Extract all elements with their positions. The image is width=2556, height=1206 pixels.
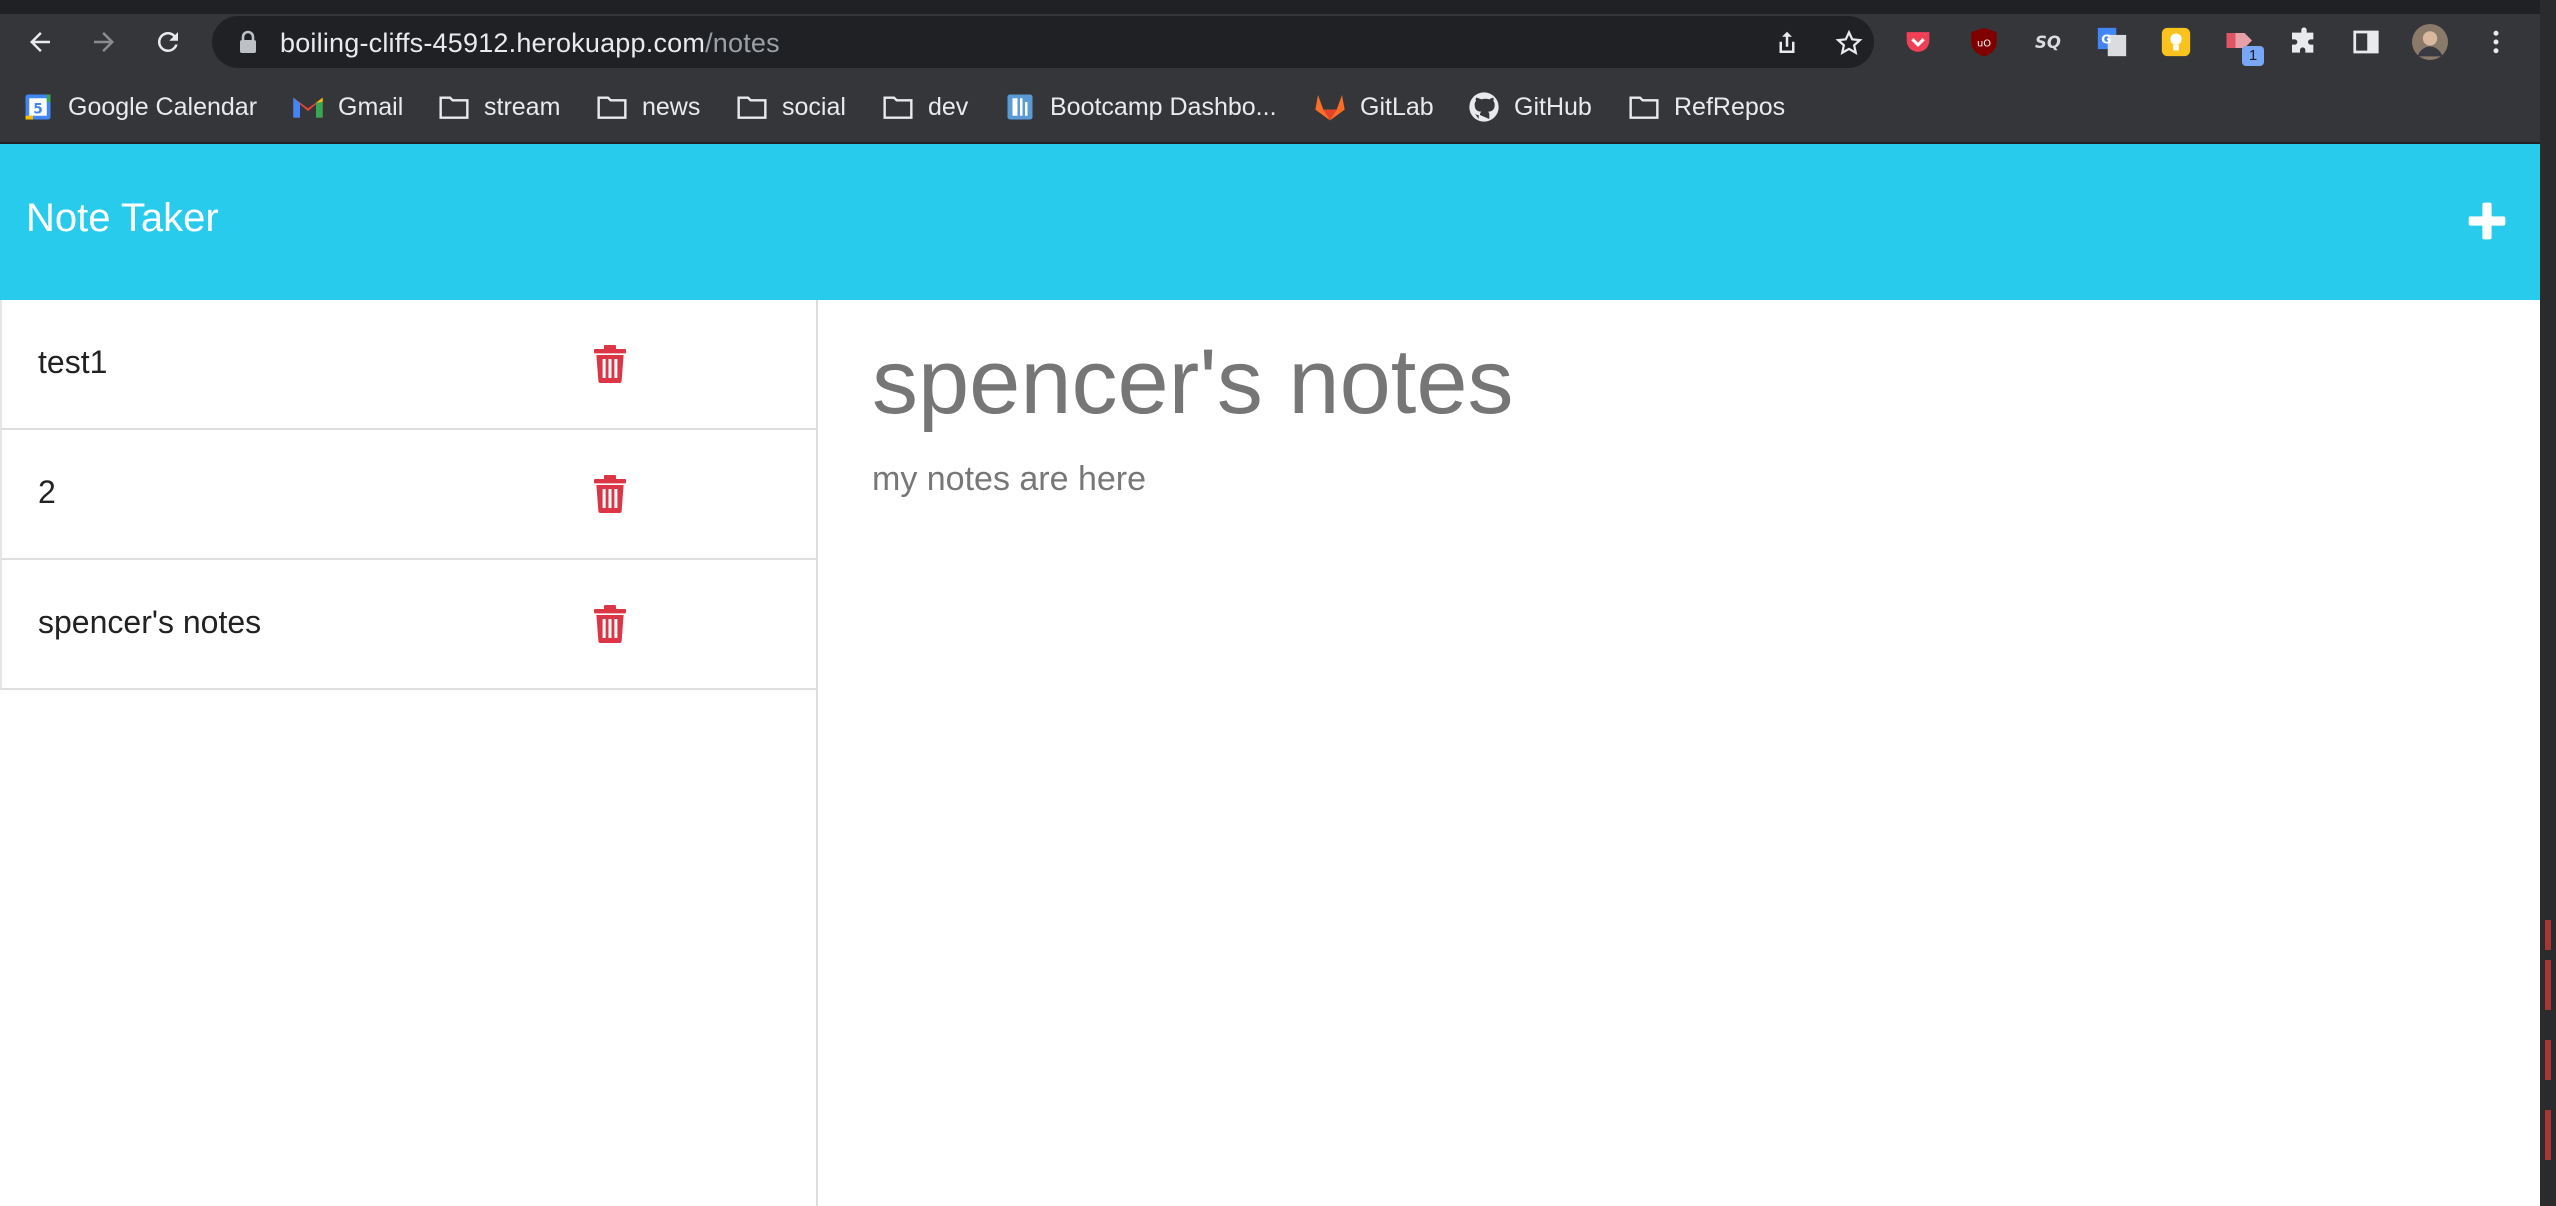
bookmark-github[interactable]: GitHub: [1468, 84, 1592, 130]
bookmark-label: Gmail: [338, 92, 404, 121]
speed-extension-icon[interactable]: SQ: [2030, 24, 2066, 60]
folder-icon: [736, 91, 768, 123]
lock-icon: [240, 30, 256, 53]
bookmark-gmail[interactable]: Gmail: [292, 84, 403, 130]
new-note-button[interactable]: [2462, 196, 2512, 246]
note-editor: spencer's notes my notes are here: [820, 300, 2540, 1206]
forward-button[interactable]: [82, 20, 126, 64]
lightbulb-extension-icon[interactable]: [2158, 24, 2194, 60]
note-text-area[interactable]: my notes are here: [872, 460, 1146, 499]
bookmark-label: GitLab: [1360, 92, 1434, 121]
url-host: boiling-cliffs-45912.herokuapp.com: [280, 28, 706, 58]
url-text: boiling-cliffs-45912.herokuapp.com/notes: [280, 28, 780, 59]
folder-icon: [438, 91, 470, 123]
delete-note-button[interactable]: [590, 472, 630, 516]
note-list-item[interactable]: spencer's notes: [0, 560, 816, 690]
address-bar[interactable]: boiling-cliffs-45912.herokuapp.com/notes: [212, 16, 1874, 68]
bookmark-bootcamp-dashboard[interactable]: Bootcamp Dashbo...: [1004, 84, 1277, 130]
reload-icon: [157, 31, 178, 52]
bookmark-label: GitHub: [1514, 92, 1592, 121]
delete-note-button[interactable]: [590, 342, 630, 386]
bookmark-label: RefRepos: [1674, 92, 1786, 121]
bookmark-folder-news[interactable]: news: [596, 84, 700, 130]
bookmark-label: Bootcamp Dashbo...: [1050, 92, 1277, 121]
bookmark-label: stream: [484, 92, 561, 121]
svg-text:SQ: SQ: [2035, 33, 2061, 52]
bookmark-folder-social[interactable]: social: [736, 84, 846, 130]
gmail-icon: [292, 91, 324, 123]
app-navbar: Note Taker: [0, 144, 2540, 300]
profile-avatar[interactable]: [2412, 24, 2448, 60]
trash-icon: [594, 345, 626, 383]
note-list-item[interactable]: 2: [0, 430, 816, 560]
browser-window: boiling-cliffs-45912.herokuapp.com/notes…: [0, 0, 2556, 1206]
bookmark-label: Google Calendar: [68, 92, 258, 121]
back-button[interactable]: [18, 20, 62, 64]
side-panel-icon[interactable]: [2348, 24, 2384, 60]
bookmark-folder-dev[interactable]: dev: [882, 84, 968, 130]
bookmark-google-calendar[interactable]: 5 Google Calendar: [22, 84, 257, 130]
bookmark-folder-stream[interactable]: stream: [438, 84, 560, 130]
share-icon[interactable]: [1772, 28, 1802, 58]
ublock-extension-icon[interactable]: uO: [1966, 24, 2002, 60]
tab-strip: [0, 0, 2556, 14]
delete-note-button[interactable]: [590, 602, 630, 646]
bootcamp-icon: [1004, 91, 1036, 123]
app-title[interactable]: Note Taker: [26, 196, 219, 241]
trash-icon: [594, 475, 626, 513]
note-list-item[interactable]: test1: [0, 300, 816, 430]
folder-icon: [1628, 91, 1660, 123]
svg-text:G: G: [2101, 32, 2111, 47]
google-translate-extension-icon[interactable]: G: [2094, 24, 2130, 60]
gitlab-icon: [1314, 91, 1346, 123]
note-list-item-title[interactable]: test1: [38, 344, 107, 381]
bookmark-star-icon[interactable]: [1834, 28, 1864, 58]
right-edge-strip: [2540, 0, 2556, 1206]
note-list: test1 2 spencer's notes: [0, 300, 816, 690]
chrome-menu-icon[interactable]: [2478, 24, 2514, 60]
folder-icon: [882, 91, 914, 123]
bookmark-label: dev: [928, 92, 969, 121]
bookmark-label: social: [782, 92, 846, 121]
pocket-extension-icon[interactable]: [1900, 24, 1936, 60]
note-list-panel: test1 2 spencer's notes: [0, 300, 818, 1206]
bookmark-tab-extension-icon[interactable]: 1: [2222, 24, 2264, 66]
google-calendar-icon: 5: [22, 91, 54, 123]
arrow-right-icon: [94, 32, 114, 52]
bookmark-folder-refrepos[interactable]: RefRepos: [1628, 84, 1785, 130]
trash-icon: [594, 605, 626, 643]
svg-text:5: 5: [33, 101, 43, 117]
arrow-left-icon: [30, 32, 50, 52]
reload-button[interactable]: [146, 20, 190, 64]
note-list-item-title[interactable]: spencer's notes: [38, 604, 261, 641]
bookmark-label: news: [642, 92, 701, 121]
browser-chrome: boiling-cliffs-45912.herokuapp.com/notes…: [0, 0, 2556, 142]
extensions-puzzle-icon[interactable]: [2286, 24, 2322, 60]
browser-toolbar: boiling-cliffs-45912.herokuapp.com/notes…: [0, 14, 2556, 70]
svg-text:uO: uO: [1977, 38, 1991, 49]
note-list-item-title[interactable]: 2: [38, 474, 56, 511]
extension-badge: 1: [2242, 46, 2264, 66]
bookmark-gitlab[interactable]: GitLab: [1314, 84, 1434, 130]
plus-icon: [2468, 202, 2506, 240]
note-title-input[interactable]: spencer's notes: [872, 330, 1513, 435]
bookmarks-bar: 5 Google Calendar Gmail stream news soci…: [0, 84, 2556, 130]
github-icon: [1468, 91, 1500, 123]
folder-icon: [596, 91, 628, 123]
url-path: /notes: [705, 28, 780, 58]
avatar-icon: [2412, 24, 2448, 60]
